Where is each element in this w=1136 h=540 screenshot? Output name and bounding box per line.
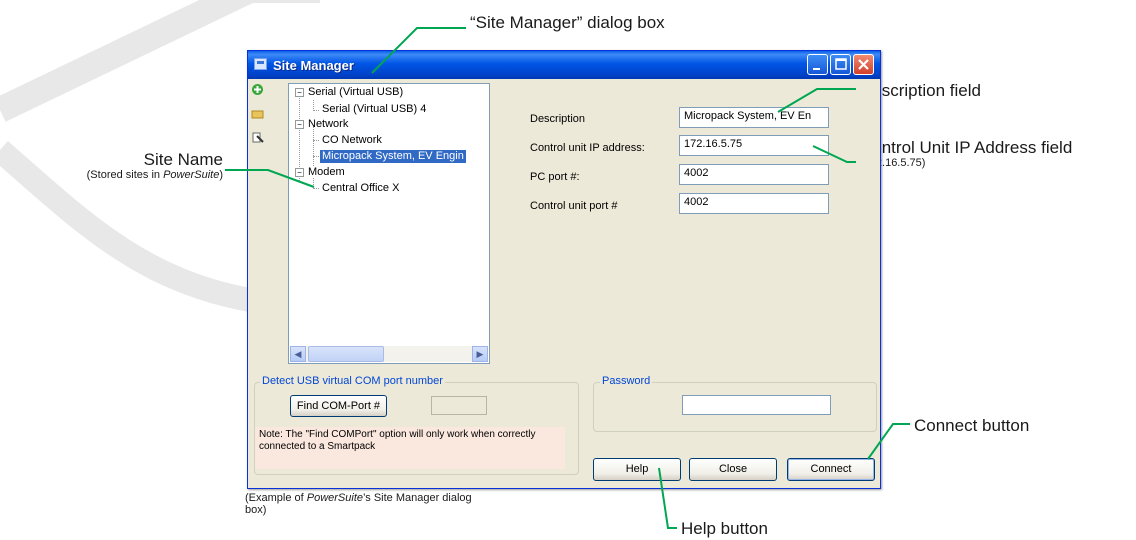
site-manager-dialog: Site Manager − Serial (Virtual USB) Seri…: [247, 50, 881, 489]
tree-item[interactable]: CO Network: [322, 134, 382, 147]
collapse-network-icon[interactable]: −: [295, 120, 304, 129]
tree-item[interactable]: Modem: [308, 166, 345, 179]
title-bar[interactable]: Site Manager: [248, 51, 880, 79]
usb-note: Note: The "Find COMPort" option will onl…: [255, 427, 565, 469]
ip-callout-title: Control Unit IP Address field: [860, 138, 1073, 157]
maximize-button[interactable]: [830, 54, 851, 75]
pc-port-field[interactable]: 4002: [679, 164, 829, 185]
ip-callout: Control Unit IP Address field (172.16.5.…: [860, 138, 1072, 169]
tree-item[interactable]: Network: [308, 118, 348, 131]
tree-item-selected[interactable]: Micropack System, EV Engin: [320, 150, 466, 163]
description-field[interactable]: Micropack System, EV En: [679, 107, 829, 128]
ip-label: Control unit IP address:: [530, 142, 645, 154]
cu-port-label: Control unit port #: [530, 200, 618, 212]
password-group-title: Password: [600, 375, 653, 387]
usb-group-title: Detect USB virtual COM port number: [260, 375, 445, 387]
scroll-thumb[interactable]: [308, 346, 384, 362]
password-field[interactable]: [682, 395, 831, 415]
com-port-result-field: [431, 396, 487, 415]
scroll-left-icon[interactable]: ◀: [290, 346, 306, 362]
scroll-right-icon[interactable]: ▶: [472, 346, 488, 362]
figure-caption: (Example of PowerSuite’s Site Manager di…: [245, 492, 472, 516]
pc-port-label: PC port #:: [530, 171, 580, 183]
connect-callout: Connect button: [914, 416, 1030, 435]
cu-port-field[interactable]: 4002: [679, 193, 829, 214]
site-tree[interactable]: − Serial (Virtual USB) Serial (Virtual U…: [288, 83, 490, 364]
dialog-callout: “Site Manager” dialog box: [470, 13, 665, 32]
ip-address-field[interactable]: 172.16.5.75: [679, 135, 829, 156]
collapse-serial-icon[interactable]: −: [295, 88, 304, 97]
tree-horizontal-scrollbar[interactable]: ◀ ▶: [290, 346, 488, 362]
minimize-button[interactable]: [807, 54, 828, 75]
help-callout: Help button: [681, 519, 768, 538]
collapse-modem-icon[interactable]: −: [295, 168, 304, 177]
description-label: Description: [530, 113, 586, 125]
close-button[interactable]: Close: [689, 458, 777, 481]
app-icon: [254, 58, 267, 70]
dialog-title: Site Manager: [273, 58, 354, 73]
connect-button[interactable]: Connect: [787, 458, 875, 481]
ip-callout-sub: (172.16.5.75): [860, 157, 926, 169]
toolbar-icons: [251, 83, 265, 155]
site-name-callout-title: Site Name: [143, 150, 223, 169]
tree-item[interactable]: Serial (Virtual USB) 4: [322, 103, 426, 116]
folder-icon[interactable]: [251, 107, 264, 120]
tree-item[interactable]: Central Office X: [322, 182, 399, 195]
help-button[interactable]: Help: [593, 458, 681, 481]
find-com-port-button[interactable]: Find COM-Port #: [290, 395, 387, 417]
tree-item[interactable]: Serial (Virtual USB): [308, 86, 403, 99]
delete-site-icon[interactable]: [251, 131, 264, 144]
site-name-callout-sub: (Stored sites in PowerSuite): [86, 169, 223, 181]
add-site-icon[interactable]: [251, 83, 264, 96]
close-window-button[interactable]: [853, 54, 874, 75]
site-name-callout: Site Name (Stored sites in PowerSuite): [8, 150, 223, 181]
